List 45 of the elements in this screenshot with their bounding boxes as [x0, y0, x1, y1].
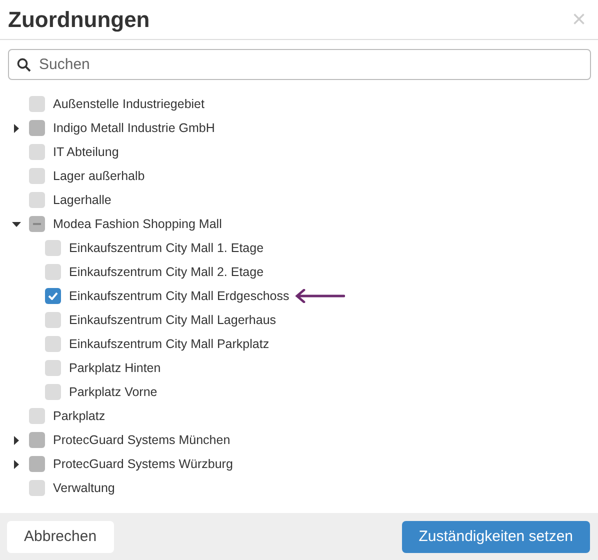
- cancel-button[interactable]: Abbrechen: [7, 520, 114, 552]
- checkbox[interactable]: [29, 144, 45, 160]
- tree-item-label[interactable]: ProtecGuard Systems Würzburg: [53, 457, 233, 471]
- tree-item-label[interactable]: Parkplatz Vorne: [69, 385, 158, 399]
- checkbox[interactable]: [45, 360, 61, 376]
- tree-item-label[interactable]: Außenstelle Industriegebiet: [53, 97, 204, 111]
- caret-icon[interactable]: [12, 124, 21, 132]
- checkbox[interactable]: [45, 288, 61, 304]
- checkbox[interactable]: [29, 168, 45, 184]
- checkbox[interactable]: [29, 480, 45, 496]
- checkbox[interactable]: [29, 456, 45, 472]
- checkbox[interactable]: [45, 384, 61, 400]
- checkbox[interactable]: [29, 192, 45, 208]
- checkbox[interactable]: [29, 96, 45, 112]
- checkbox[interactable]: [45, 264, 61, 280]
- tree-item-label[interactable]: Einkaufszentrum City Mall 2. Etage: [69, 265, 264, 279]
- tree-item-label[interactable]: Lager außerhalb: [53, 169, 145, 183]
- caret-icon[interactable]: [12, 436, 21, 444]
- tree-item-label[interactable]: Verwaltung: [53, 481, 115, 495]
- checkbox[interactable]: [29, 408, 45, 424]
- tree-item-label[interactable]: Parkplatz: [53, 409, 106, 423]
- caret-icon[interactable]: [12, 460, 21, 468]
- dialog-title: Zuordnungen: [8, 6, 150, 32]
- checkbox[interactable]: [29, 216, 45, 232]
- tree-item-label[interactable]: IT Abteilung: [53, 145, 119, 159]
- search-icon: [17, 58, 31, 72]
- tree-item-label[interactable]: Indigo Metall Industrie GmbH: [53, 121, 215, 135]
- tree-item-label[interactable]: ProtecGuard Systems München: [53, 433, 230, 447]
- checkbox[interactable]: [29, 120, 45, 136]
- minus-icon: [33, 223, 41, 225]
- checkbox[interactable]: [45, 336, 61, 352]
- tree-item-label[interactable]: Einkaufszentrum City Mall Erdgeschoss: [69, 289, 290, 303]
- tree-item-label[interactable]: Modea Fashion Shopping Mall: [53, 217, 222, 231]
- checkbox[interactable]: [45, 240, 61, 256]
- check-icon: [48, 292, 58, 300]
- tree-item-label[interactable]: Einkaufszentrum City Mall Parkplatz: [69, 337, 270, 351]
- caret-icon[interactable]: [12, 220, 21, 228]
- submit-button[interactable]: Zuständigkeiten setzen: [402, 520, 590, 552]
- tree-item-label[interactable]: Einkaufszentrum City Mall 1. Etage: [69, 241, 264, 255]
- tree-item-label[interactable]: Lagerhalle: [53, 193, 112, 207]
- tree-item-label[interactable]: Parkplatz Hinten: [69, 361, 161, 375]
- checkbox[interactable]: [45, 312, 61, 328]
- search-field[interactable]: Suchen: [8, 49, 591, 80]
- checkbox[interactable]: [29, 432, 45, 448]
- tree-item-label[interactable]: Einkaufszentrum City Mall Lagerhaus: [69, 313, 276, 327]
